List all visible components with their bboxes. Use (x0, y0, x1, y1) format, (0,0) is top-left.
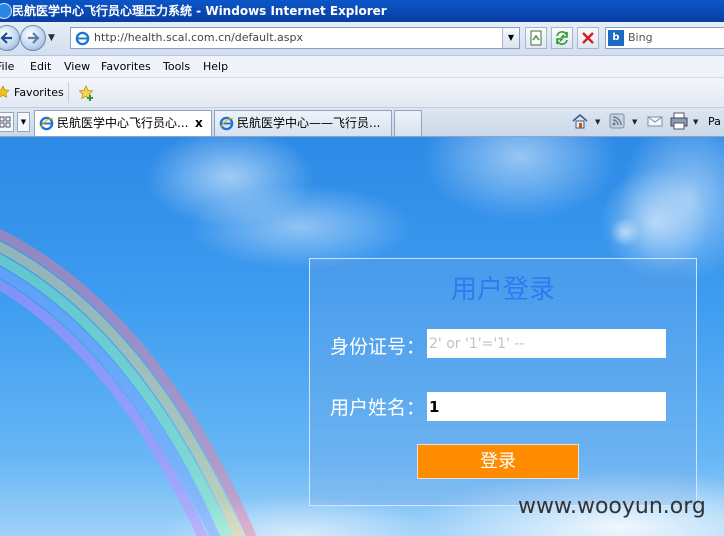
watermark: www.wooyun.org (518, 494, 706, 519)
ie-tab-icon (39, 116, 54, 131)
forward-button[interactable] (20, 25, 46, 51)
new-tab-button[interactable] (394, 110, 422, 136)
menu-file[interactable]: File (0, 56, 14, 77)
mail-icon (647, 116, 663, 127)
window-title-bar: 民航医学中心飞行员心理压力系统 - Windows Internet Explo… (0, 0, 724, 22)
ie-tab-icon (219, 116, 234, 131)
quick-tabs-grid-icon (0, 116, 11, 128)
id-number-input[interactable] (427, 329, 666, 358)
lens-flare (610, 217, 640, 247)
tab-label: 民航医学中心——飞行员... (237, 116, 381, 130)
back-button[interactable] (0, 25, 20, 51)
favorites-separator (68, 82, 69, 103)
ie-logo-icon (0, 3, 12, 19)
refresh-icon (556, 31, 568, 45)
home-button[interactable] (570, 111, 590, 133)
print-dropdown[interactable]: ▼ (693, 111, 698, 133)
address-bar[interactable]: http://health.scal.com.cn/default.aspx ▼ (70, 27, 520, 49)
login-title: 用户登录 (450, 275, 555, 305)
page-menu-button[interactable]: Pa (708, 111, 721, 133)
favorites-star-icon[interactable] (0, 85, 10, 99)
feeds-button[interactable] (607, 111, 627, 133)
menu-favorites[interactable]: Favorites (101, 56, 151, 77)
user-name-input[interactable] (427, 392, 666, 421)
printer-icon (670, 112, 688, 130)
search-box[interactable]: b Bing (605, 27, 724, 49)
ie-page-icon (75, 31, 90, 46)
compatibility-icon (530, 30, 542, 46)
print-button[interactable] (668, 111, 690, 133)
bing-logo-icon: b (608, 30, 624, 46)
menu-edit[interactable]: Edit (30, 56, 51, 77)
home-dropdown[interactable]: ▼ (595, 111, 600, 133)
recent-pages-dropdown[interactable]: ▼ (48, 33, 55, 43)
address-toolbar: ▼ http://health.scal.com.cn/default.aspx… (0, 22, 724, 56)
favorites-bar: Favorites (0, 78, 724, 108)
feeds-icon (609, 113, 625, 129)
menu-view[interactable]: View (64, 56, 90, 77)
quick-tabs-button[interactable] (0, 112, 14, 132)
search-placeholder: Bing (628, 31, 653, 44)
close-tab-icon[interactable]: x (195, 111, 203, 135)
window-title: 民航医学中心飞行员心理压力系统 - Windows Internet Explo… (12, 4, 387, 18)
login-button[interactable]: 登录 (417, 444, 579, 479)
tab-list-dropdown[interactable]: ▼ (17, 112, 30, 132)
home-icon (572, 113, 588, 129)
id-number-label: 身份证号： (330, 336, 426, 358)
add-to-favorites-icon[interactable] (77, 84, 95, 102)
url-text[interactable]: http://health.scal.com.cn/default.aspx (94, 28, 303, 48)
refresh-button[interactable] (551, 27, 573, 49)
menu-tools[interactable]: Tools (163, 56, 190, 77)
stop-button[interactable] (577, 27, 599, 49)
stop-icon (582, 32, 594, 44)
tab-bar: ▼ 民航医学中心飞行员心... x 民航医学中心——飞行员... ▼ ▼ ▼ P… (0, 108, 724, 137)
forward-arrow-icon (28, 32, 40, 44)
read-mail-button[interactable] (645, 111, 665, 133)
back-arrow-icon (0, 32, 12, 44)
favorites-button[interactable]: Favorites (14, 78, 64, 107)
address-dropdown[interactable]: ▼ (502, 28, 519, 48)
menu-help[interactable]: Help (203, 56, 228, 77)
feeds-dropdown[interactable]: ▼ (632, 111, 637, 133)
tab-inactive[interactable]: 民航医学中心——飞行员... (214, 110, 392, 136)
tab-active[interactable]: 民航医学中心飞行员心... x (34, 110, 212, 136)
menu-bar: File Edit View Favorites Tools Help (0, 56, 724, 78)
compatibility-view-button[interactable] (525, 27, 547, 49)
page-content: 用户登录 身份证号： 用户姓名： 登录 (0, 137, 724, 536)
login-panel: 用户登录 身份证号： 用户姓名： 登录 (309, 258, 697, 506)
user-name-label: 用户姓名： (330, 397, 426, 419)
tab-label: 民航医学中心飞行员心... (57, 116, 189, 130)
